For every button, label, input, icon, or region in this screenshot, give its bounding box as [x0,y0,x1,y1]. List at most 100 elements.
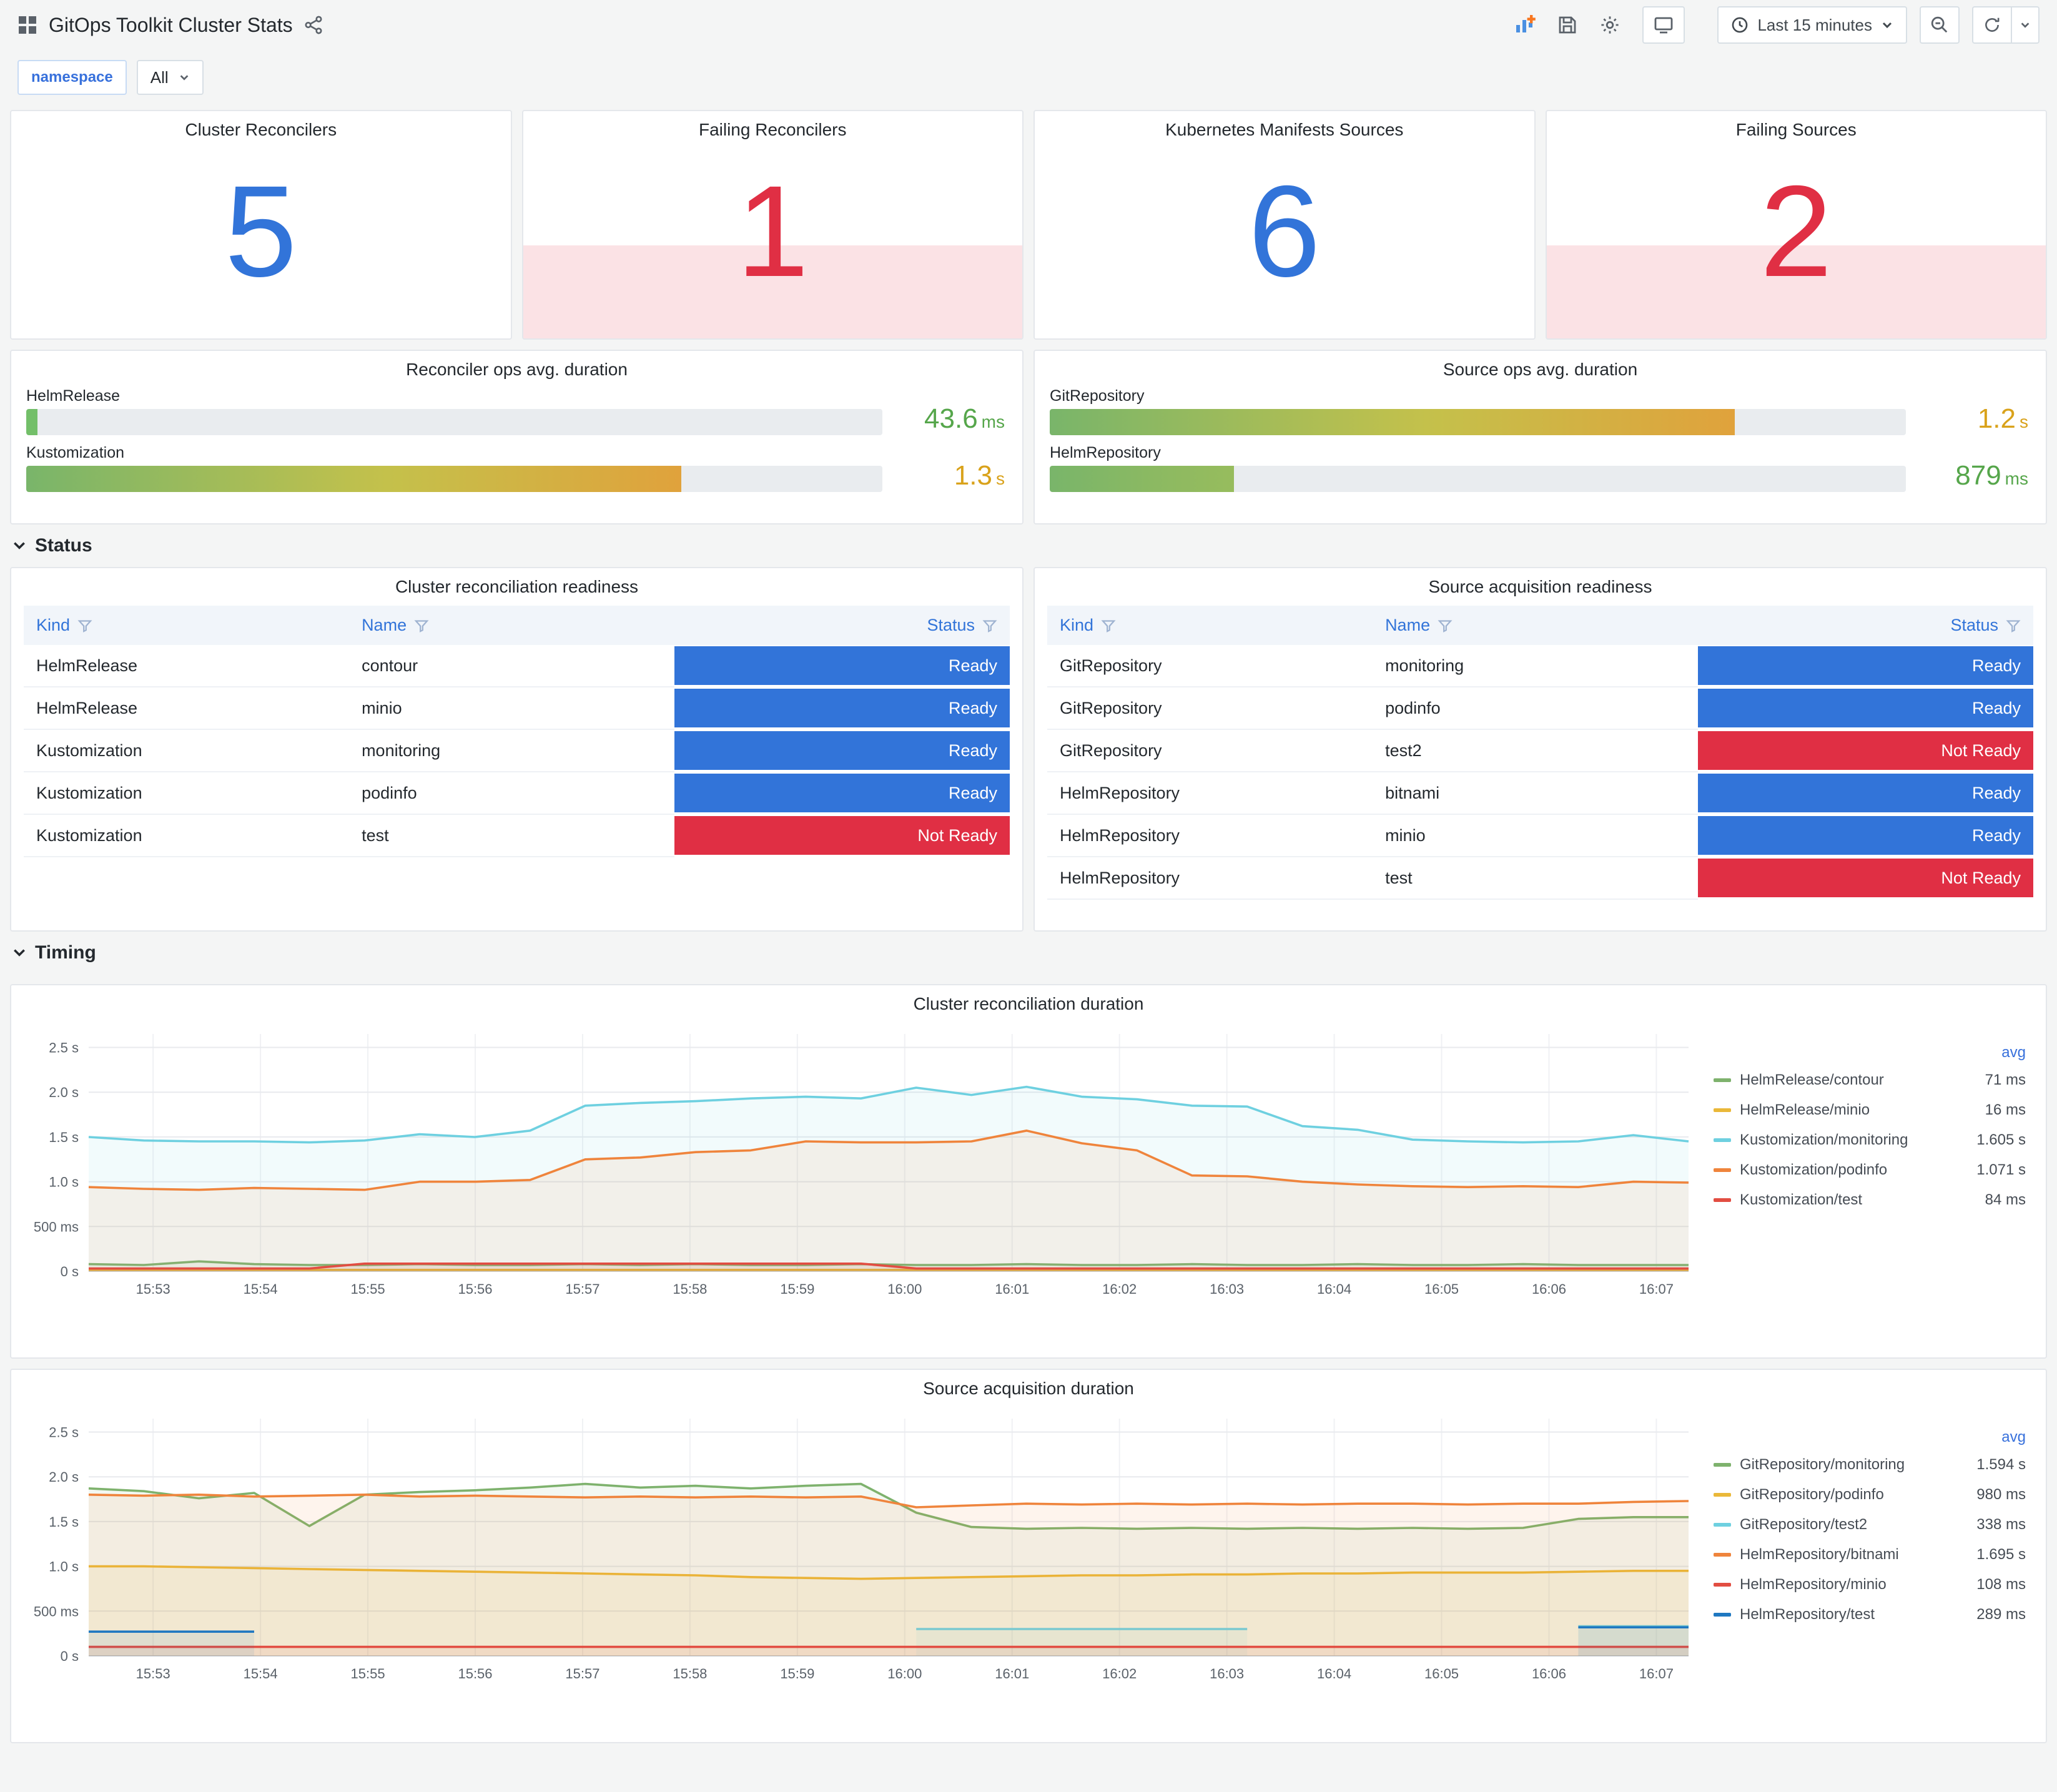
stat-panel-cluster-reconcilers: Cluster Reconcilers 5 [10,110,512,340]
legend-item[interactable]: HelmRepository/bitnami 1.695 s [1714,1540,2028,1570]
panel-title[interactable]: Source acquisition readiness [1035,568,2046,597]
legend-item[interactable]: GitRepository/podinfo 980 ms [1714,1480,2028,1510]
series-avg-value: 1.695 s [1976,1546,2026,1563]
namespace-variable-value[interactable]: All [136,60,204,95]
panel-title[interactable]: Failing Sources [1547,111,2046,140]
series-avg-value: 84 ms [1985,1191,2026,1208]
readiness-table: Kind Name Status HelmRelease contour Ready Hel… [24,606,1010,857]
apps-grid-icon[interactable] [17,15,37,35]
panel-title[interactable]: Source acquisition duration [11,1370,2046,1399]
gauge-label: HelmRelease [26,387,121,405]
series-avg-value: 338 ms [1976,1516,2026,1533]
panel-title[interactable]: Failing Reconcilers [523,111,1023,140]
legend-item[interactable]: GitRepository/test2 338 ms [1714,1510,2028,1540]
kind-cell: Kustomization [24,814,350,857]
gauge-value-number: 43.6 [924,403,978,434]
share-icon[interactable] [304,16,323,34]
column-header-inner: Status [687,616,997,635]
svg-text:16:07: 16:07 [1639,1666,1674,1681]
series-name: GitRepository/test2 [1740,1516,1868,1533]
gauge-value: 1.2 s [1978,405,2028,435]
legend-item[interactable]: HelmRepository/minio 108 ms [1714,1570,2028,1600]
panel-title[interactable]: Cluster Reconcilers [11,111,511,140]
svg-text:16:00: 16:00 [887,1666,922,1681]
column-header-status[interactable]: Status [674,606,1010,645]
refresh-button[interactable] [1972,6,2012,44]
legend-avg-header[interactable]: avg [1714,1425,2028,1450]
series-name: HelmRepository/bitnami [1740,1546,1899,1563]
legend-item[interactable]: Kustomization/podinfo 1.071 s [1714,1155,2028,1185]
gauge-row-helmrelease: HelmRelease 43.6 ms [26,387,1007,435]
name-cell: minio [1373,814,1699,857]
column-header-kind[interactable]: Kind [24,606,350,645]
svg-text:15:53: 15:53 [136,1666,170,1681]
panel-title[interactable]: Kubernetes Manifests Sources [1035,111,1534,140]
refresh-interval-dropdown[interactable] [2012,6,2040,44]
legend-item[interactable]: GitRepository/monitoring 1.594 s [1714,1450,2028,1480]
namespace-variable-label[interactable]: namespace [17,60,127,95]
zoom-out-button[interactable] [1920,6,1960,44]
section-header-timing[interactable]: Timing [10,932,2047,974]
filter-funnel-icon[interactable] [77,618,92,633]
panel-title[interactable]: Cluster reconciliation readiness [11,568,1022,597]
column-label: Kind [36,616,71,634]
add-panel-button[interactable] [1507,7,1542,42]
gauge-row-helmrepository: HelmRepository 879 ms [1050,444,2031,492]
kind-cell: HelmRepository [1047,814,1373,857]
svg-text:15:56: 15:56 [458,1666,492,1681]
filter-funnel-icon[interactable] [1438,618,1453,633]
legend-item[interactable]: Kustomization/monitoring 1.605 s [1714,1125,2028,1155]
status-cell: Ready [1698,814,2033,857]
panel-title[interactable]: Reconciler ops avg. duration [11,351,1022,380]
gauge-label: HelmRepository [1050,444,1161,461]
series-avg-value: 1.605 s [1976,1131,2026,1148]
time-series-plot[interactable]: 15:53 15:54 15:55 15:56 15:57 15:58 15:59 16:00… [19,1404,1699,1693]
series-color-swatch [1714,1198,1731,1202]
gauge-track [26,409,882,435]
svg-text:15:55: 15:55 [351,1281,385,1297]
legend-item[interactable]: HelmRelease/contour 71 ms [1714,1065,2028,1095]
filter-funnel-icon[interactable] [1101,618,1116,633]
svg-text:15:55: 15:55 [351,1666,385,1681]
table-row: HelmRepository test Not Ready [1047,857,2033,900]
kind-cell: HelmRepository [1047,772,1373,815]
filter-funnel-icon[interactable] [982,618,997,633]
tv-mode-button[interactable] [1642,6,1685,44]
legend-avg-header[interactable]: avg [1714,1040,2028,1065]
status-cell: Ready [1698,772,2033,815]
column-label: Status [927,616,975,634]
status-badge: Ready [1698,646,2033,685]
save-dashboard-button[interactable] [1550,7,1585,42]
section-title: Timing [35,942,96,963]
legend-item[interactable]: HelmRepository/test 289 ms [1714,1600,2028,1630]
series-avg-value: 289 ms [1976,1606,2026,1623]
filter-funnel-icon[interactable] [414,618,429,633]
svg-text:16:04: 16:04 [1317,1281,1351,1297]
column-header-status[interactable]: Status [1698,606,2033,645]
column-header-kind[interactable]: Kind [1047,606,1373,645]
stat-value: 5 [224,159,297,304]
gauge-panel-source-ops: Source ops avg. duration GitRepository 1.… [1033,350,2047,524]
time-range-picker[interactable]: Last 15 minutes [1717,6,1907,44]
status-badge: Ready [1698,816,2033,855]
series-name: GitRepository/monitoring [1740,1456,1905,1473]
series-name: Kustomization/monitoring [1740,1131,1908,1148]
settings-gear-icon[interactable] [1592,7,1627,42]
svg-text:500 ms: 500 ms [34,1219,79,1234]
filter-funnel-icon[interactable] [2006,618,2021,633]
gauge-bar [26,409,37,435]
column-header-name[interactable]: Name [349,606,675,645]
section-header-status[interactable]: Status [10,524,2047,567]
legend-item[interactable]: HelmRelease/minio 16 ms [1714,1095,2028,1125]
time-series-plot[interactable]: 15:53 15:54 15:55 15:56 15:57 15:58 15:59 16:00… [19,1019,1699,1309]
status-cell: Not Ready [1698,729,2033,772]
panel-title[interactable]: Cluster reconciliation duration [11,985,2046,1014]
gauge-track [1050,409,1906,435]
svg-text:16:01: 16:01 [995,1281,1029,1297]
svg-text:15:57: 15:57 [565,1281,599,1297]
panel-title[interactable]: Source ops avg. duration [1035,351,2046,380]
column-header-name[interactable]: Name [1373,606,1699,645]
kind-cell: HelmRelease [24,645,350,687]
legend-item[interactable]: Kustomization/test 84 ms [1714,1185,2028,1215]
clock-icon [1731,16,1749,34]
